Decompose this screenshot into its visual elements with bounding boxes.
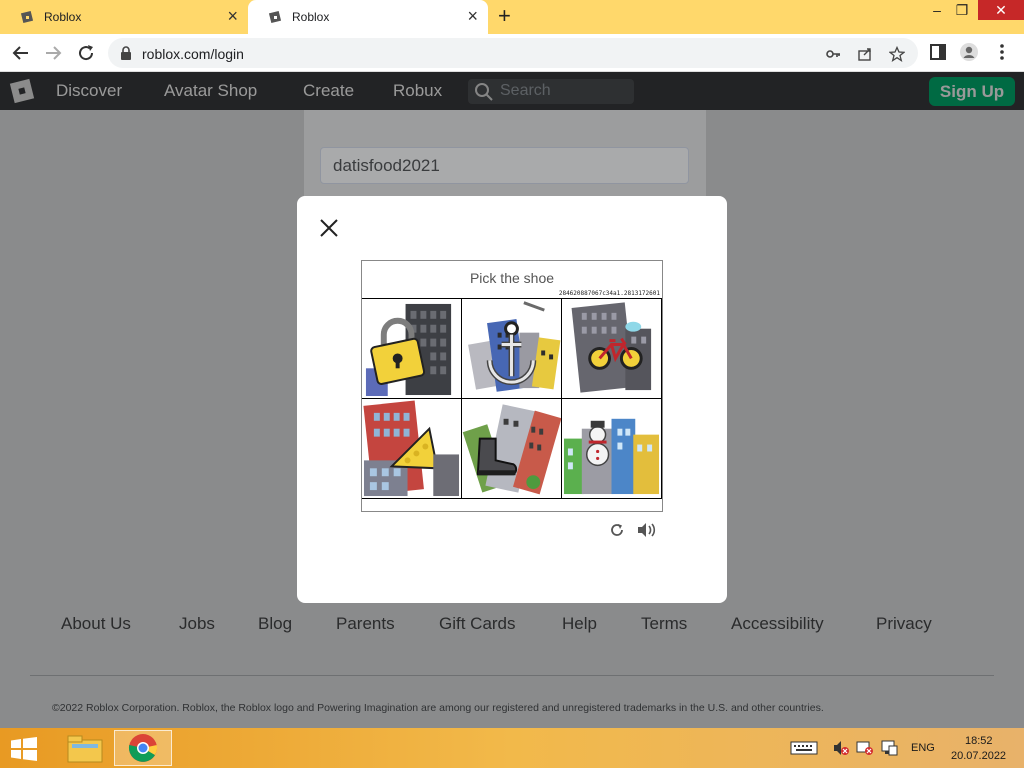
search-icon <box>475 83 493 101</box>
keyboard-icon[interactable] <box>790 740 818 756</box>
folder-icon <box>67 735 103 763</box>
footer-link-parents[interactable]: Parents <box>336 614 395 634</box>
tab-title: Roblox <box>292 10 330 24</box>
username-field[interactable]: datisfood2021 <box>320 147 689 184</box>
close-icon[interactable] <box>317 216 341 240</box>
footer-link-about-us[interactable]: About Us <box>61 614 131 634</box>
clock-time[interactable]: 18:52 <box>965 735 993 747</box>
bookmark-star-icon[interactable] <box>889 46 905 62</box>
cheese-icon <box>362 399 461 498</box>
browser-tab-active[interactable]: Roblox × <box>248 0 488 34</box>
captcha-tile-snowman[interactable] <box>562 399 662 499</box>
captcha-tile-anchor[interactable] <box>462 299 562 399</box>
shoe-icon <box>462 399 561 498</box>
footer-link-terms[interactable]: Terms <box>641 614 687 634</box>
input-language[interactable]: ENG <box>911 742 935 754</box>
action-center-icon[interactable] <box>880 740 898 756</box>
footer-link-privacy[interactable]: Privacy <box>876 614 932 634</box>
lock-icon <box>121 46 131 60</box>
roblox-top-nav: Discover Avatar Shop Create Robux Search… <box>0 72 1024 110</box>
nav-robux[interactable]: Robux <box>393 81 442 101</box>
forward-icon[interactable] <box>42 42 64 64</box>
footer-link-accessibility[interactable]: Accessibility <box>731 614 824 634</box>
roblox-favicon-icon <box>20 10 34 24</box>
captcha-prompt: Pick the shoe <box>469 270 555 286</box>
browser-toolbar: roblox.com/login <box>0 34 1024 72</box>
taskbar-file-explorer[interactable] <box>56 730 114 766</box>
volume-muted-icon[interactable] <box>856 740 874 756</box>
chrome-icon <box>128 734 158 762</box>
share-icon[interactable] <box>857 46 873 62</box>
roblox-logo-icon[interactable] <box>9 78 35 104</box>
side-panel-icon[interactable] <box>928 42 948 62</box>
footer-divider <box>30 675 994 676</box>
captcha-modal: Pick the shoe 284620887067c34a1.28131726… <box>297 196 727 603</box>
copyright-text: ©2022 Roblox Corporation. Roblox, the Ro… <box>52 702 824 714</box>
footer-link-gift-cards[interactable]: Gift Cards <box>439 614 516 634</box>
key-icon[interactable] <box>825 46 841 62</box>
reload-icon[interactable] <box>75 42 97 64</box>
captcha-tile-grid <box>362 298 662 499</box>
footer-link-blog[interactable]: Blog <box>258 614 292 634</box>
footer-link-help[interactable]: Help <box>562 614 597 634</box>
audio-icon[interactable] <box>636 522 656 538</box>
nav-avatar-shop[interactable]: Avatar Shop <box>164 81 257 101</box>
taskbar-chrome[interactable] <box>114 730 172 766</box>
bicycle-icon <box>562 299 661 398</box>
captcha-challenge: Pick the shoe 284620887067c34a1.28131726… <box>361 260 663 512</box>
address-url: roblox.com/login <box>142 46 244 62</box>
captcha-tile-shoe[interactable] <box>462 399 562 499</box>
address-bar[interactable]: roblox.com/login <box>108 38 918 68</box>
windows-start-icon[interactable] <box>10 737 38 761</box>
new-tab-icon[interactable]: + <box>498 4 511 28</box>
browser-tab[interactable]: Roblox × <box>0 0 248 34</box>
tab-close-icon[interactable]: × <box>467 6 478 26</box>
tab-title: Roblox <box>44 10 82 24</box>
captcha-challenge-id: 284620887067c34a1.2813172601 <box>558 290 660 297</box>
search-input[interactable]: Search <box>468 79 634 104</box>
menu-kebab-icon[interactable] <box>992 42 1012 62</box>
captcha-tile-bicycle[interactable] <box>562 299 662 399</box>
captcha-tile-padlock[interactable] <box>362 299 462 399</box>
profile-avatar-icon[interactable] <box>959 42 979 62</box>
window-close-icon[interactable]: ✕ <box>978 0 1024 20</box>
captcha-tile-cheese[interactable] <box>362 399 462 499</box>
browser-tab-strip: Roblox × Roblox × + – ❐ ✕ <box>0 0 1024 34</box>
nav-create[interactable]: Create <box>303 81 354 101</box>
roblox-favicon-icon <box>268 10 282 24</box>
windows-taskbar: ENG 18:52 20.07.2022 <box>0 728 1024 768</box>
snowman-icon <box>562 399 661 498</box>
sign-up-button[interactable]: Sign Up <box>929 77 1015 106</box>
nav-discover[interactable]: Discover <box>56 81 122 101</box>
search-placeholder: Search <box>500 82 551 99</box>
anchor-icon <box>462 299 561 398</box>
restore-icon[interactable]: ❐ <box>946 0 978 22</box>
back-icon[interactable] <box>10 42 32 64</box>
footer-link-jobs[interactable]: Jobs <box>179 614 215 634</box>
network-warning-icon[interactable] <box>832 740 850 756</box>
footer-links: About Us Jobs Blog Parents Gift Cards He… <box>0 614 1024 638</box>
tab-close-icon[interactable]: × <box>227 6 238 26</box>
refresh-icon[interactable] <box>609 522 625 538</box>
clock-date[interactable]: 20.07.2022 <box>951 750 1006 762</box>
padlock-icon <box>362 299 461 398</box>
